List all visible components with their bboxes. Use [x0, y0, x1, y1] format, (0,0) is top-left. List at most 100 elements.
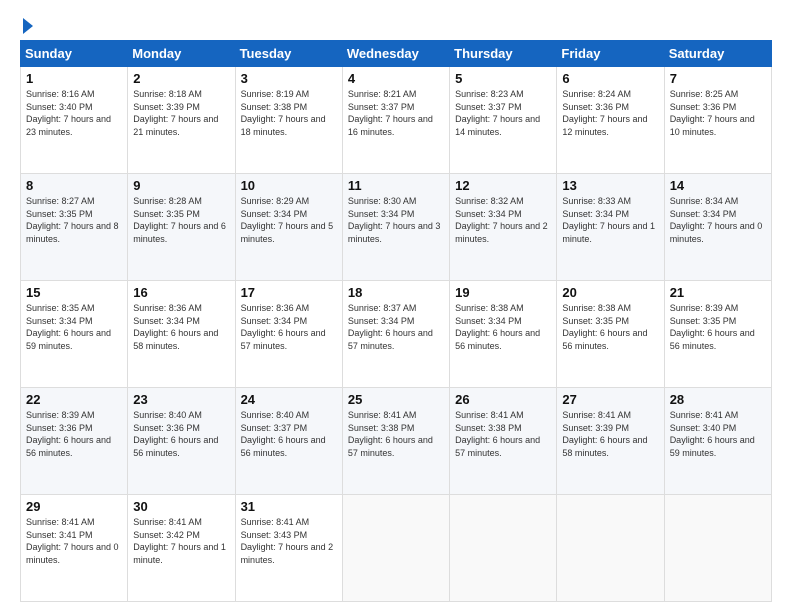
week-row-1: 1 Sunrise: 8:16 AMSunset: 3:40 PMDaylight…	[21, 67, 772, 174]
day-cell-6: 6 Sunrise: 8:24 AMSunset: 3:36 PMDaylight…	[557, 67, 664, 174]
day-number-3: 3	[241, 71, 337, 86]
day-number-26: 26	[455, 392, 551, 407]
day-cell-25: 25 Sunrise: 8:41 AMSunset: 3:38 PMDayligh…	[342, 388, 449, 495]
day-info-19: Sunrise: 8:38 AMSunset: 3:34 PMDaylight:…	[455, 302, 551, 352]
week-row-2: 8Sunrise: 8:27 AMSunset: 3:35 PMDaylight…	[21, 174, 772, 281]
day-cell-16: 16 Sunrise: 8:36 AMSunset: 3:34 PMDayligh…	[128, 281, 235, 388]
day-cell-30: 30 Sunrise: 8:41 AMSunset: 3:42 PMDayligh…	[128, 495, 235, 602]
day-cell-11: 11 Sunrise: 8:30 AMSunset: 3:34 PMDayligh…	[342, 174, 449, 281]
day-info-15: Sunrise: 8:35 AMSunset: 3:34 PMDaylight:…	[26, 302, 122, 352]
day-cell-5: 5 Sunrise: 8:23 AMSunset: 3:37 PMDaylight…	[450, 67, 557, 174]
day-number-30: 30	[133, 499, 229, 514]
week-row-5: 29 Sunrise: 8:41 AMSunset: 3:41 PMDayligh…	[21, 495, 772, 602]
day-number-10: 10	[241, 178, 337, 193]
day-info-3: Sunrise: 8:19 AMSunset: 3:38 PMDaylight:…	[241, 88, 337, 138]
day-header-friday: Friday	[557, 41, 664, 67]
day-info-27: Sunrise: 8:41 AMSunset: 3:39 PMDaylight:…	[562, 409, 658, 459]
day-info-24: Sunrise: 8:40 AMSunset: 3:37 PMDaylight:…	[241, 409, 337, 459]
day-cell-14: 14Sunrise: 8:34 AMSunset: 3:34 PMDayligh…	[664, 174, 771, 281]
logo	[20, 16, 36, 32]
day-header-saturday: Saturday	[664, 41, 771, 67]
empty-cell	[557, 495, 664, 602]
day-info-7: Sunrise: 8:25 AMSunset: 3:36 PMDaylight:…	[670, 88, 766, 138]
day-info-8: Sunrise: 8:27 AMSunset: 3:35 PMDaylight:…	[26, 195, 122, 245]
day-number-16: 16	[133, 285, 229, 300]
page: SundayMondayTuesdayWednesdayThursdayFrid…	[0, 0, 792, 612]
day-info-5: Sunrise: 8:23 AMSunset: 3:37 PMDaylight:…	[455, 88, 551, 138]
day-cell-1: 1 Sunrise: 8:16 AMSunset: 3:40 PMDaylight…	[21, 67, 128, 174]
calendar-body: 1 Sunrise: 8:16 AMSunset: 3:40 PMDaylight…	[21, 67, 772, 602]
day-number-7: 7	[670, 71, 766, 86]
day-cell-23: 23 Sunrise: 8:40 AMSunset: 3:36 PMDayligh…	[128, 388, 235, 495]
day-header-thursday: Thursday	[450, 41, 557, 67]
day-number-11: 11	[348, 178, 444, 193]
header	[20, 16, 772, 32]
day-info-29: Sunrise: 8:41 AMSunset: 3:41 PMDaylight:…	[26, 516, 122, 566]
day-number-23: 23	[133, 392, 229, 407]
day-number-1: 1	[26, 71, 122, 86]
day-info-22: Sunrise: 8:39 AMSunset: 3:36 PMDaylight:…	[26, 409, 122, 459]
day-number-18: 18	[348, 285, 444, 300]
calendar-table: SundayMondayTuesdayWednesdayThursdayFrid…	[20, 40, 772, 602]
day-number-2: 2	[133, 71, 229, 86]
day-header-monday: Monday	[128, 41, 235, 67]
day-number-29: 29	[26, 499, 122, 514]
day-cell-21: 21Sunrise: 8:39 AMSunset: 3:35 PMDayligh…	[664, 281, 771, 388]
day-number-5: 5	[455, 71, 551, 86]
week-row-4: 22Sunrise: 8:39 AMSunset: 3:36 PMDayligh…	[21, 388, 772, 495]
day-info-12: Sunrise: 8:32 AMSunset: 3:34 PMDaylight:…	[455, 195, 551, 245]
day-cell-22: 22Sunrise: 8:39 AMSunset: 3:36 PMDayligh…	[21, 388, 128, 495]
day-number-25: 25	[348, 392, 444, 407]
day-cell-2: 2 Sunrise: 8:18 AMSunset: 3:39 PMDaylight…	[128, 67, 235, 174]
day-number-13: 13	[562, 178, 658, 193]
day-cell-20: 20 Sunrise: 8:38 AMSunset: 3:35 PMDayligh…	[557, 281, 664, 388]
day-info-6: Sunrise: 8:24 AMSunset: 3:36 PMDaylight:…	[562, 88, 658, 138]
logo-triangle-icon	[21, 16, 35, 36]
day-info-30: Sunrise: 8:41 AMSunset: 3:42 PMDaylight:…	[133, 516, 229, 566]
day-cell-12: 12 Sunrise: 8:32 AMSunset: 3:34 PMDayligh…	[450, 174, 557, 281]
day-info-10: Sunrise: 8:29 AMSunset: 3:34 PMDaylight:…	[241, 195, 337, 245]
day-info-16: Sunrise: 8:36 AMSunset: 3:34 PMDaylight:…	[133, 302, 229, 352]
day-cell-13: 13 Sunrise: 8:33 AMSunset: 3:34 PMDayligh…	[557, 174, 664, 281]
day-info-17: Sunrise: 8:36 AMSunset: 3:34 PMDaylight:…	[241, 302, 337, 352]
day-cell-4: 4 Sunrise: 8:21 AMSunset: 3:37 PMDaylight…	[342, 67, 449, 174]
day-header-tuesday: Tuesday	[235, 41, 342, 67]
empty-cell	[342, 495, 449, 602]
day-info-9: Sunrise: 8:28 AMSunset: 3:35 PMDaylight:…	[133, 195, 229, 245]
day-info-18: Sunrise: 8:37 AMSunset: 3:34 PMDaylight:…	[348, 302, 444, 352]
day-number-12: 12	[455, 178, 551, 193]
day-cell-7: 7 Sunrise: 8:25 AMSunset: 3:36 PMDaylight…	[664, 67, 771, 174]
day-info-2: Sunrise: 8:18 AMSunset: 3:39 PMDaylight:…	[133, 88, 229, 138]
day-info-31: Sunrise: 8:41 AMSunset: 3:43 PMDaylight:…	[241, 516, 337, 566]
day-cell-17: 17 Sunrise: 8:36 AMSunset: 3:34 PMDayligh…	[235, 281, 342, 388]
day-cell-18: 18 Sunrise: 8:37 AMSunset: 3:34 PMDayligh…	[342, 281, 449, 388]
day-info-20: Sunrise: 8:38 AMSunset: 3:35 PMDaylight:…	[562, 302, 658, 352]
day-number-20: 20	[562, 285, 658, 300]
day-info-11: Sunrise: 8:30 AMSunset: 3:34 PMDaylight:…	[348, 195, 444, 245]
day-info-13: Sunrise: 8:33 AMSunset: 3:34 PMDaylight:…	[562, 195, 658, 245]
header-row: SundayMondayTuesdayWednesdayThursdayFrid…	[21, 41, 772, 67]
day-number-27: 27	[562, 392, 658, 407]
day-header-sunday: Sunday	[21, 41, 128, 67]
day-number-24: 24	[241, 392, 337, 407]
day-number-28: 28	[670, 392, 766, 407]
day-cell-19: 19Sunrise: 8:38 AMSunset: 3:34 PMDayligh…	[450, 281, 557, 388]
day-header-wednesday: Wednesday	[342, 41, 449, 67]
day-cell-15: 15Sunrise: 8:35 AMSunset: 3:34 PMDayligh…	[21, 281, 128, 388]
day-info-21: Sunrise: 8:39 AMSunset: 3:35 PMDaylight:…	[670, 302, 766, 352]
day-info-1: Sunrise: 8:16 AMSunset: 3:40 PMDaylight:…	[26, 88, 122, 138]
day-info-4: Sunrise: 8:21 AMSunset: 3:37 PMDaylight:…	[348, 88, 444, 138]
day-info-23: Sunrise: 8:40 AMSunset: 3:36 PMDaylight:…	[133, 409, 229, 459]
day-info-14: Sunrise: 8:34 AMSunset: 3:34 PMDaylight:…	[670, 195, 766, 245]
day-cell-27: 27 Sunrise: 8:41 AMSunset: 3:39 PMDayligh…	[557, 388, 664, 495]
day-info-25: Sunrise: 8:41 AMSunset: 3:38 PMDaylight:…	[348, 409, 444, 459]
week-row-3: 15Sunrise: 8:35 AMSunset: 3:34 PMDayligh…	[21, 281, 772, 388]
day-number-17: 17	[241, 285, 337, 300]
day-number-6: 6	[562, 71, 658, 86]
empty-cell	[450, 495, 557, 602]
day-number-4: 4	[348, 71, 444, 86]
day-cell-31: 31Sunrise: 8:41 AMSunset: 3:43 PMDayligh…	[235, 495, 342, 602]
day-info-26: Sunrise: 8:41 AMSunset: 3:38 PMDaylight:…	[455, 409, 551, 459]
day-cell-10: 10 Sunrise: 8:29 AMSunset: 3:34 PMDayligh…	[235, 174, 342, 281]
day-cell-28: 28Sunrise: 8:41 AMSunset: 3:40 PMDayligh…	[664, 388, 771, 495]
